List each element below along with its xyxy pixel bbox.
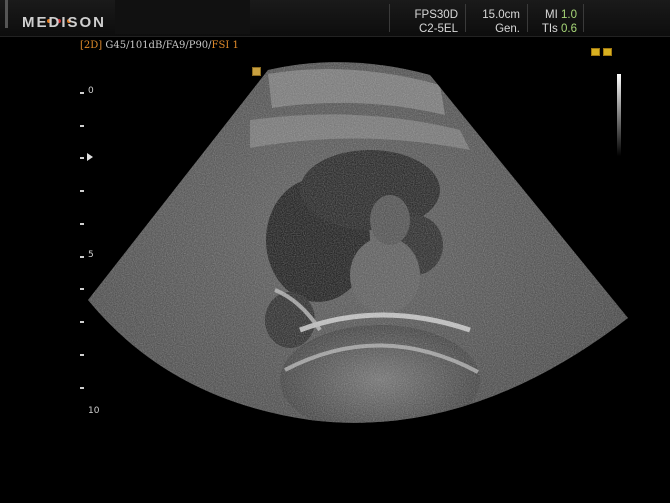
sector-scan — [88, 62, 628, 423]
depth-tick — [80, 92, 84, 94]
depth-tick — [80, 387, 84, 389]
depth-tick — [80, 256, 84, 258]
depth-tick — [80, 125, 84, 127]
focus-position-marker[interactable] — [252, 67, 261, 76]
grayscale-bar — [617, 74, 621, 156]
depth-label-bottom: 10 — [88, 406, 100, 416]
depth-tick — [80, 190, 84, 192]
ultrasound-image — [88, 62, 628, 423]
depth-tick — [80, 288, 84, 290]
depth-tick — [80, 157, 84, 159]
depth-label-mid: 5 — [88, 250, 94, 260]
focus-arrow-icon — [87, 153, 93, 161]
depth-tick — [80, 354, 84, 356]
depth-tick — [80, 223, 84, 225]
depth-tick — [80, 321, 84, 323]
depth-label-top: 0 — [88, 86, 94, 96]
